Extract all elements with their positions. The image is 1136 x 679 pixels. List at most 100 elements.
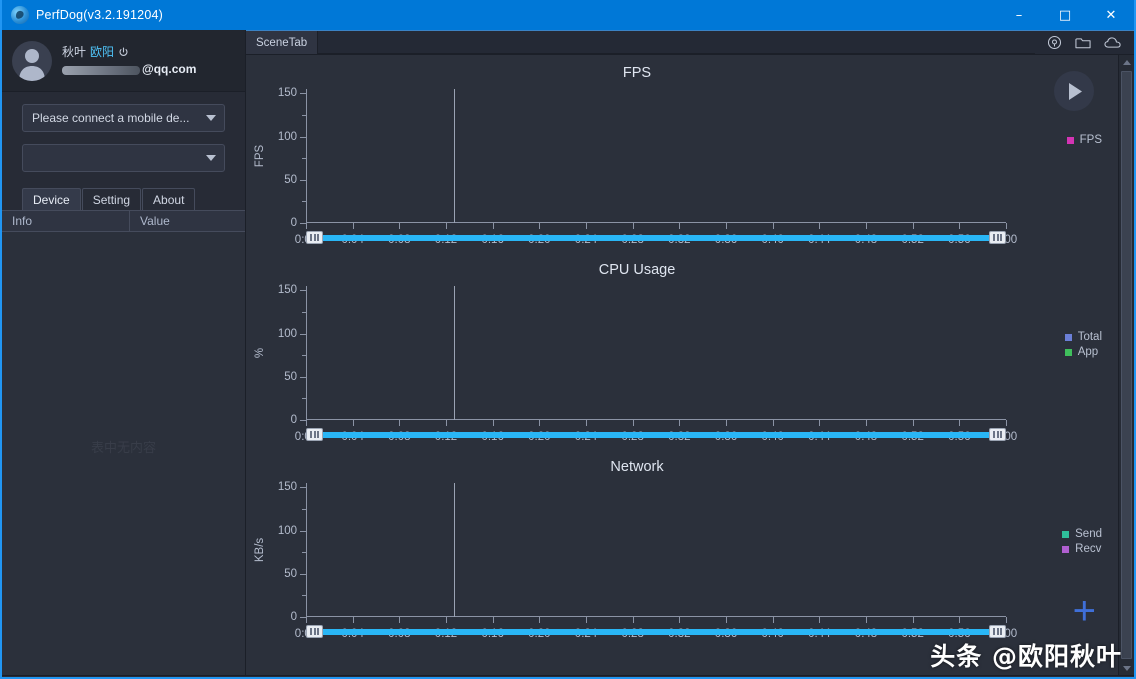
- play-icon: [1069, 82, 1082, 100]
- slider-handle-left-cpu[interactable]: [306, 428, 323, 441]
- slider-track-network: [306, 629, 1006, 635]
- folder-icon[interactable]: [1075, 36, 1091, 50]
- y-axis-label-network: KB/s: [254, 537, 266, 563]
- y-tick-minor: [302, 201, 306, 203]
- time-range-slider-cpu[interactable]: [306, 428, 1006, 441]
- scene-tab-label: SceneTab: [256, 36, 308, 49]
- legend-swatch-recv: [1062, 546, 1070, 553]
- slider-handle-left-fps[interactable]: [306, 231, 323, 244]
- chart-title-network: Network: [610, 459, 664, 475]
- x-tick: [306, 617, 307, 623]
- chart-network: Network KB/s 0501001500:000:040:080:120:…: [246, 449, 1118, 646]
- x-tick: [586, 617, 587, 623]
- legend-item-send[interactable]: Send: [1062, 527, 1102, 542]
- user-name: 秋叶: [62, 45, 87, 60]
- column-header-info[interactable]: Info: [2, 211, 130, 231]
- charts-scroll-region: FPS FPS 0501001500:000:040:080:120:160:2…: [246, 55, 1118, 675]
- legend-item-app[interactable]: App: [1064, 345, 1102, 360]
- power-icon[interactable]: [118, 47, 129, 58]
- x-tick: [399, 617, 401, 623]
- y-tick: [300, 136, 306, 138]
- x-tick: [772, 617, 774, 623]
- play-button[interactable]: [1054, 71, 1094, 111]
- charts-area: FPS FPS 0501001500:000:040:080:120:160:2…: [246, 55, 1134, 675]
- scroll-up-button[interactable]: [1122, 55, 1131, 69]
- vertical-scrollbar[interactable]: [1118, 55, 1134, 675]
- maximize-button[interactable]: □: [1042, 0, 1088, 30]
- x-tick: [446, 617, 447, 623]
- legend-item-total[interactable]: Total: [1064, 330, 1102, 345]
- maximize-icon: □: [1058, 7, 1072, 23]
- x-tick: [539, 223, 541, 229]
- tab-device[interactable]: Device: [22, 188, 81, 210]
- y-tick-minor: [302, 398, 306, 400]
- add-chart-button[interactable]: +: [1073, 591, 1096, 631]
- legend-fps: FPS: [1066, 133, 1102, 148]
- x-tick: [912, 617, 914, 623]
- x-tick: [632, 420, 634, 426]
- x-tick: [772, 420, 774, 426]
- tab-about[interactable]: About: [142, 188, 196, 210]
- x-tick: [959, 617, 961, 623]
- time-range-slider-network[interactable]: [306, 625, 1006, 638]
- x-tick: [959, 223, 961, 229]
- legend-network: Send Recv: [1062, 527, 1102, 557]
- column-header-value[interactable]: Value: [130, 211, 245, 231]
- cursor-line-cpu: [454, 286, 456, 420]
- chevron-down-icon: [206, 155, 216, 161]
- plot-area-network[interactable]: KB/s 0501001500:000:040:080:120:160:200:…: [254, 481, 1017, 640]
- legend-swatch-fps: [1066, 137, 1074, 144]
- legend-label-send: Send: [1075, 528, 1102, 540]
- x-tick: [352, 223, 354, 229]
- sidebar: 秋叶 欧阳 @qq.com Please connect a mobile de…: [2, 30, 246, 675]
- legend-item-fps[interactable]: FPS: [1066, 133, 1102, 148]
- scene-tab[interactable]: SceneTab: [246, 31, 319, 54]
- legend-item-recv[interactable]: Recv: [1062, 542, 1102, 557]
- x-tick: [959, 420, 961, 426]
- x-tick: [772, 223, 774, 229]
- scrollbar-thumb[interactable]: [1121, 71, 1132, 659]
- plot-area-cpu[interactable]: % 0501001500:000:040:080:120:160:200:240…: [254, 284, 1017, 443]
- x-tick: [492, 420, 494, 426]
- cloud-icon[interactable]: [1104, 36, 1122, 49]
- user-email-domain: @qq.com: [142, 61, 197, 76]
- tab-setting-label: Setting: [92, 192, 131, 207]
- y-tick: [300, 333, 306, 335]
- close-icon: ✕: [1105, 7, 1117, 23]
- y-tick-label: 0: [290, 217, 297, 229]
- y-tick: [300, 290, 306, 292]
- cursor-line-network: [454, 483, 456, 617]
- slider-handle-left-network[interactable]: [306, 625, 323, 638]
- location-icon[interactable]: [1047, 35, 1062, 50]
- x-tick: [586, 420, 587, 426]
- x-tick: [352, 617, 354, 623]
- perfdog-logo-icon: [11, 6, 29, 24]
- user-email: @qq.com: [62, 61, 196, 77]
- plot-area-fps[interactable]: FPS 0501001500:000:040:080:120:160:200:2…: [254, 87, 1017, 246]
- x-tick: [912, 223, 914, 229]
- x-axis-network: [306, 616, 1006, 617]
- y-tick: [300, 179, 306, 181]
- legend-label-recv: Recv: [1075, 543, 1102, 555]
- slider-handle-right-network[interactable]: [989, 625, 1006, 638]
- slider-handle-right-fps[interactable]: [989, 231, 1006, 244]
- chart-title-fps: FPS: [622, 65, 652, 81]
- x-axis-cpu: [306, 419, 1006, 420]
- time-range-slider-fps[interactable]: [306, 231, 1006, 244]
- x-tick: [726, 617, 727, 623]
- slider-handle-right-cpu[interactable]: [989, 428, 1006, 441]
- avatar[interactable]: [12, 40, 52, 81]
- minimize-button[interactable]: –: [996, 0, 1042, 30]
- y-tick: [300, 93, 306, 95]
- y-tick-label: 0: [290, 414, 297, 426]
- scroll-down-button[interactable]: [1122, 661, 1131, 675]
- tab-setting[interactable]: Setting: [81, 188, 142, 210]
- app-select[interactable]: [22, 144, 225, 172]
- x-tick: [446, 223, 447, 229]
- y-tick: [300, 530, 306, 532]
- device-select[interactable]: Please connect a mobile de...: [22, 104, 225, 132]
- chart-fps: FPS FPS 0501001500:000:040:080:120:160:2…: [246, 55, 1118, 252]
- y-tick-label: 100: [277, 130, 297, 143]
- close-button[interactable]: ✕: [1088, 0, 1134, 30]
- title-bar: PerfDog(v3.2.191204) – □ ✕: [2, 0, 1134, 30]
